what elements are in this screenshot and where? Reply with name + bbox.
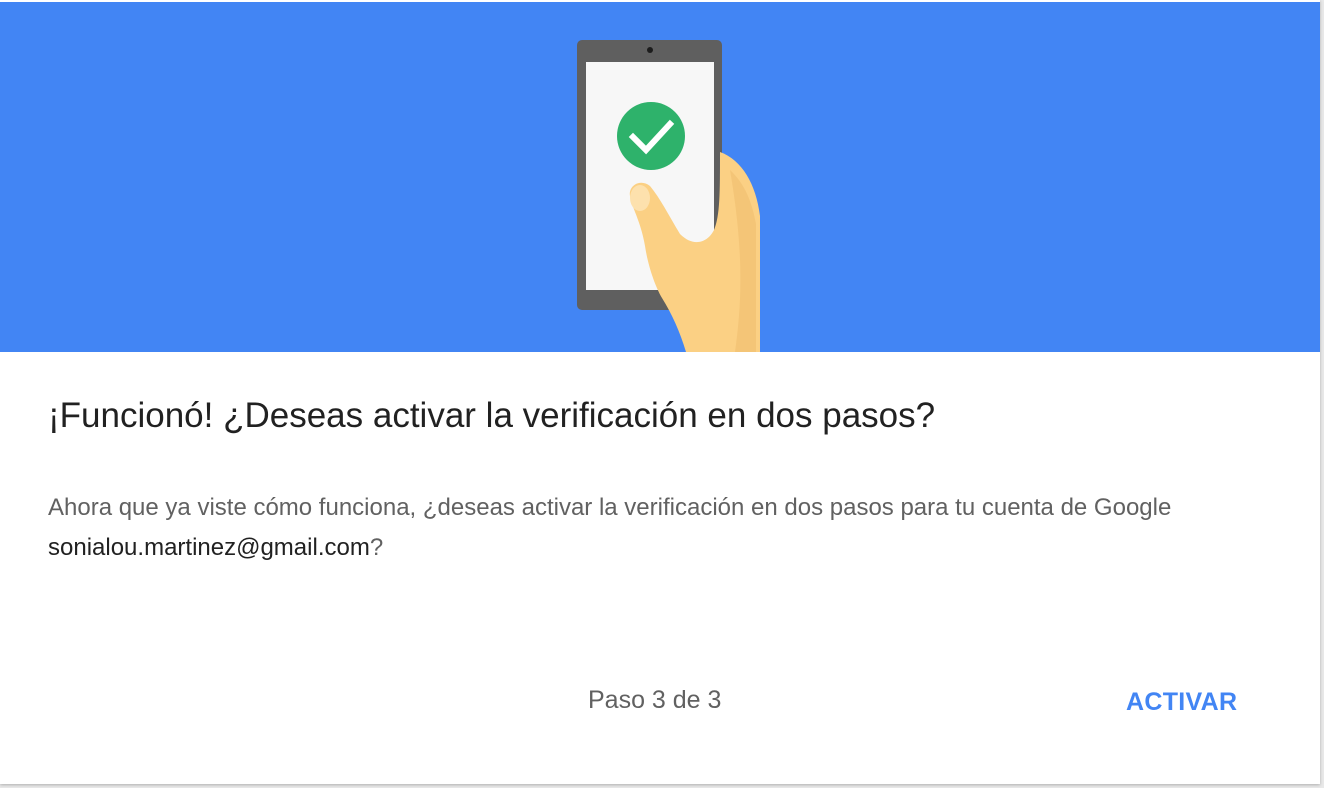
activate-button[interactable]: ACTIVAR <box>1110 678 1253 726</box>
hero-banner <box>0 2 1320 352</box>
account-email: sonialou.martinez@gmail.com <box>48 534 370 561</box>
dialog-title: ¡Funcionó! ¿Deseas activar la verificaci… <box>48 396 936 435</box>
verification-dialog: ¡Funcionó! ¿Deseas activar la verificaci… <box>0 0 1320 784</box>
description-text: Ahora que ya viste cómo funciona, ¿desea… <box>48 494 1172 521</box>
phone-checkmark-icon <box>577 40 760 352</box>
description-end: ? <box>369 534 384 561</box>
step-indicator: Paso 3 de 3 <box>588 686 722 714</box>
dialog-description: Ahora que ya viste cómo funciona, ¿desea… <box>48 488 1278 568</box>
